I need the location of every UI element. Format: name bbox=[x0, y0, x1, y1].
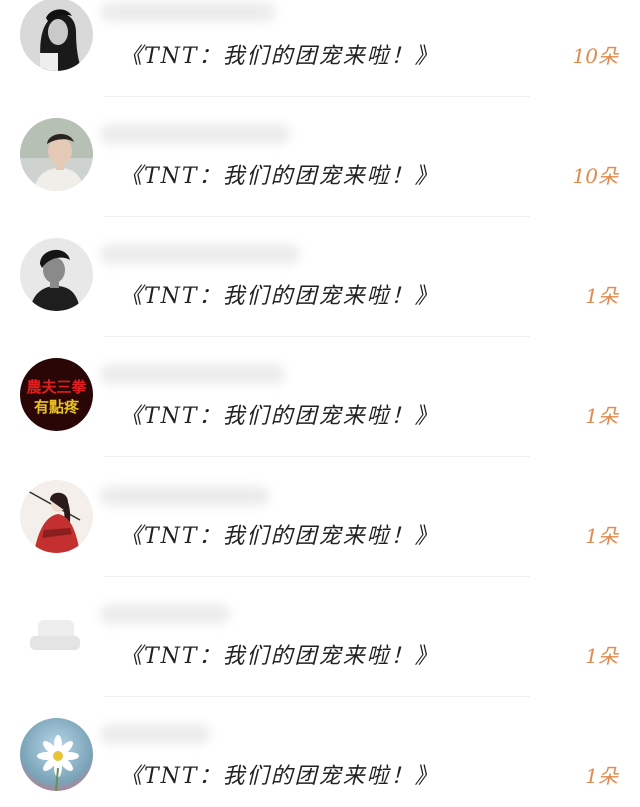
gift-count: 1朵 bbox=[585, 404, 618, 428]
list-item[interactable]: 《TNT：我们的团宠来啦！》 1朵 bbox=[0, 238, 640, 360]
divider bbox=[105, 96, 530, 97]
user-avatar-girl-icon[interactable] bbox=[20, 0, 93, 71]
username-blurred bbox=[100, 244, 300, 264]
gift-ranking-list: 《TNT：我们的团宠来啦！》 10朵 《TNT：我们的团宠来啦！》 10朵 《T… bbox=[0, 0, 640, 807]
user-avatar-man-icon[interactable] bbox=[20, 238, 93, 311]
user-avatar-anime-icon[interactable] bbox=[20, 480, 93, 553]
divider bbox=[105, 696, 530, 697]
gift-count: 1朵 bbox=[585, 764, 618, 788]
divider bbox=[105, 336, 530, 337]
username-blurred bbox=[100, 724, 210, 744]
list-item[interactable]: 《TNT：我们的团宠来啦！》 1朵 bbox=[0, 600, 640, 720]
list-item[interactable]: 《TNT：我们的团宠来啦！》 10朵 bbox=[0, 0, 640, 120]
username-blurred bbox=[100, 124, 290, 144]
gift-name: 《TNT：我们的团宠来啦！》 bbox=[120, 524, 439, 549]
gift-name: 《TNT：我们的团宠来啦！》 bbox=[120, 284, 439, 309]
divider bbox=[105, 216, 530, 217]
divider bbox=[105, 456, 530, 457]
username-blurred bbox=[100, 486, 270, 506]
divider bbox=[105, 576, 530, 577]
gift-count: 10朵 bbox=[572, 164, 618, 188]
gift-name: 《TNT：我们的团宠来啦！》 bbox=[120, 644, 439, 669]
list-item[interactable]: 農夫三拳 有點疼 《TNT：我们的团宠来啦！》 1朵 bbox=[0, 358, 640, 480]
username-blurred bbox=[100, 604, 230, 624]
gift-name: 《TNT：我们的团宠来啦！》 bbox=[120, 764, 439, 789]
user-avatar-text-icon[interactable]: 農夫三拳 有點疼 bbox=[20, 358, 93, 431]
user-avatar-flower-icon[interactable] bbox=[20, 718, 93, 791]
list-item[interactable]: 《TNT：我们的团宠来啦！》 1朵 bbox=[0, 480, 640, 600]
gift-count: 1朵 bbox=[585, 524, 618, 548]
gift-name: 《TNT：我们的团宠来啦！》 bbox=[120, 164, 439, 189]
avatar-text-line2: 有點疼 bbox=[33, 398, 79, 416]
gift-count: 1朵 bbox=[585, 644, 618, 668]
gift-name: 《TNT：我们的团宠来啦！》 bbox=[120, 404, 439, 429]
username-blurred bbox=[100, 2, 275, 22]
gift-count: 10朵 bbox=[572, 44, 618, 68]
user-avatar-blurred-icon[interactable] bbox=[20, 600, 93, 673]
gift-count: 1朵 bbox=[585, 284, 618, 308]
user-avatar-boy-icon[interactable] bbox=[20, 118, 93, 191]
list-item[interactable]: 《TNT：我们的团宠来啦！》 1朵 bbox=[0, 718, 640, 807]
username-blurred bbox=[100, 364, 285, 384]
gift-name: 《TNT：我们的团宠来啦！》 bbox=[120, 44, 439, 69]
avatar-text-line1: 農夫三拳 bbox=[26, 378, 87, 396]
list-item[interactable]: 《TNT：我们的团宠来啦！》 10朵 bbox=[0, 118, 640, 240]
